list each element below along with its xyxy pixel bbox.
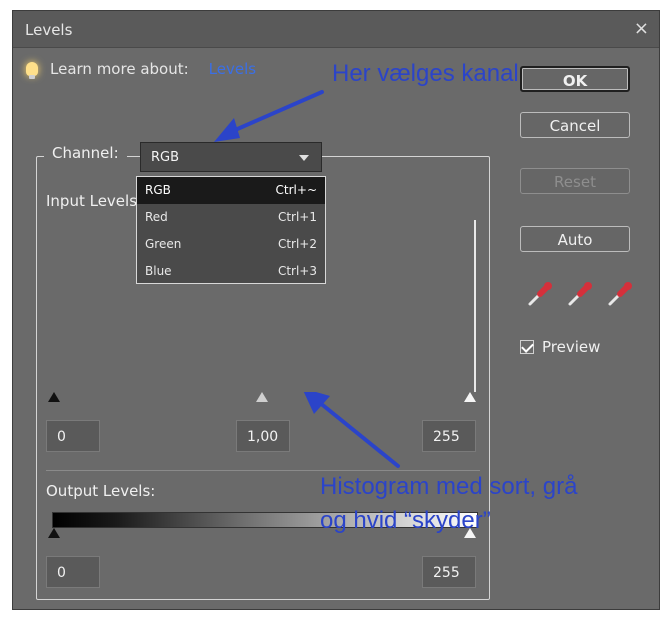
- reset-button[interactable]: Reset: [520, 168, 630, 194]
- option-shortcut: Ctrl+1: [277, 210, 317, 224]
- input-gamma-field[interactable]: 1,00: [236, 420, 290, 452]
- histogram-annotation-line2: og hvid “skyder”: [320, 507, 491, 534]
- auto-button[interactable]: Auto: [520, 226, 630, 252]
- gray-eyedropper-icon[interactable]: [564, 278, 596, 310]
- histogram-annotation-line1: Histogram med sort, grå: [320, 473, 578, 500]
- channel-arrow-head: [214, 118, 240, 142]
- input-white-slider[interactable]: [464, 392, 476, 402]
- white-eyedropper-icon[interactable]: [604, 278, 636, 310]
- input-black-slider[interactable]: [48, 392, 60, 402]
- option-label: RGB: [145, 183, 171, 197]
- channel-selected-value: RGB: [151, 150, 180, 165]
- preview-label: Preview: [542, 338, 601, 356]
- channel-label: Channel:: [44, 144, 127, 162]
- input-gray-slider[interactable]: [256, 392, 268, 402]
- option-shortcut: Ctrl+~: [275, 183, 317, 197]
- channel-option-red[interactable]: Red Ctrl+1: [137, 204, 325, 231]
- option-label: Blue: [145, 264, 172, 278]
- output-black-slider[interactable]: [48, 528, 60, 538]
- output-black-field[interactable]: 0: [46, 556, 100, 588]
- chevron-down-icon: [299, 155, 309, 161]
- option-shortcut: Ctrl+3: [277, 264, 317, 278]
- black-eyedropper-icon[interactable]: [524, 278, 556, 310]
- input-levels-label: Input Levels:: [46, 192, 143, 210]
- channel-option-blue[interactable]: Blue Ctrl+3: [137, 258, 325, 285]
- output-white-field[interactable]: 255: [422, 556, 476, 588]
- option-label: Green: [145, 237, 182, 251]
- input-black-field[interactable]: 0: [46, 420, 100, 452]
- option-shortcut: Ctrl+2: [277, 237, 317, 251]
- channel-option-rgb[interactable]: RGB Ctrl+~: [137, 177, 325, 204]
- channel-select[interactable]: RGB: [140, 142, 322, 172]
- channel-arrow-line: [224, 90, 324, 136]
- ok-button[interactable]: OK: [520, 66, 630, 92]
- input-white-field[interactable]: 255: [422, 420, 476, 452]
- option-label: Red: [145, 210, 168, 224]
- preview-row[interactable]: Preview: [520, 338, 600, 356]
- channel-dropdown-menu: RGB Ctrl+~ Red Ctrl+1 Green Ctrl+2 Blue …: [136, 176, 326, 284]
- preview-checkbox[interactable]: [520, 340, 534, 354]
- channel-option-green[interactable]: Green Ctrl+2: [137, 231, 325, 258]
- output-levels-label: Output Levels:: [46, 482, 156, 500]
- cancel-button[interactable]: Cancel: [520, 112, 630, 138]
- histogram-annotation: Histogram med sort, grå og hvid “skyder”: [320, 470, 650, 538]
